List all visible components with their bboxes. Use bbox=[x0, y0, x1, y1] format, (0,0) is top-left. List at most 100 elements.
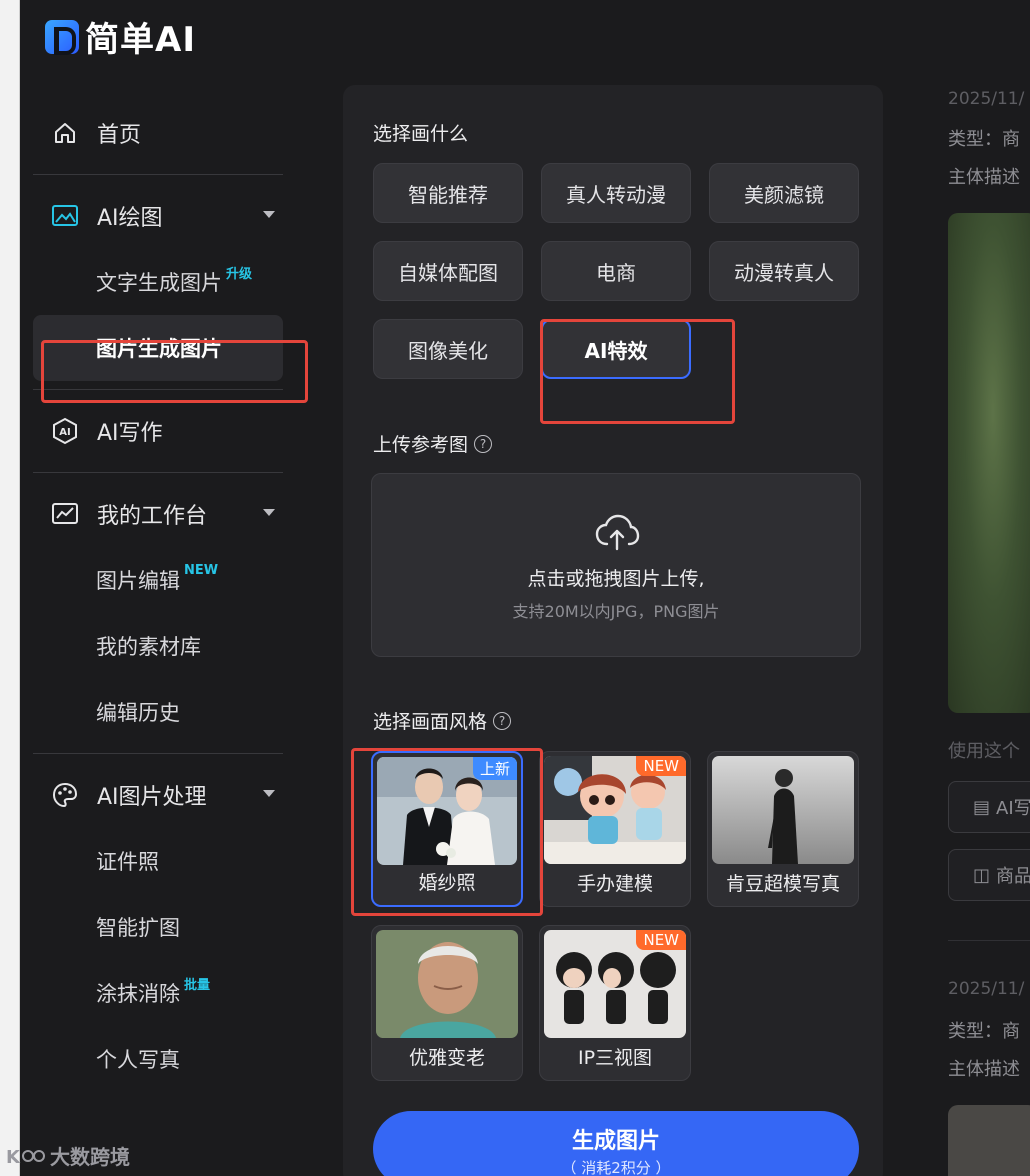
sidebar-item-portrait[interactable]: 个人写真 bbox=[33, 1026, 283, 1092]
sidebar-item-label: 证件照 bbox=[96, 850, 159, 874]
aging-thumbnail bbox=[376, 930, 518, 1038]
style-card-figurine[interactable]: NEW 手办建模 bbox=[539, 751, 691, 907]
sidebar-item-label: AI绘图 bbox=[97, 206, 163, 231]
divider bbox=[33, 174, 283, 175]
product-button[interactable]: ◫ 商品 bbox=[948, 849, 1030, 901]
watermark-logo-icon: K bbox=[6, 1147, 45, 1168]
sidebar-item-label: 图片编辑 bbox=[96, 569, 180, 593]
upload-hint: 支持20M以内JPG，PNG图片 bbox=[512, 602, 720, 621]
generation-panel: 选择画什么 智能推荐 真人转动漫 美颜滤镜 自媒体配图 电商 动漫转真人 图像美… bbox=[343, 85, 883, 1176]
divider bbox=[33, 472, 283, 473]
option-beauty-filter[interactable]: 美颜滤镜 bbox=[709, 163, 859, 223]
option-ai-effects[interactable]: AI特效 bbox=[541, 319, 691, 379]
sidebar-item-label: 我的工作台 bbox=[97, 504, 208, 529]
divider bbox=[33, 753, 283, 754]
palette-icon bbox=[51, 781, 79, 809]
new-badge: NEW bbox=[184, 562, 219, 578]
sidebar-item-label: 文字生成图片 bbox=[96, 271, 222, 295]
home-icon bbox=[51, 119, 79, 147]
watermark-text: 大数跨境 bbox=[50, 1145, 130, 1169]
watermark: K 大数跨境 bbox=[6, 1141, 130, 1170]
sidebar-item-label: 个人写真 bbox=[96, 1048, 180, 1072]
section-title-text: 选择画面风格 bbox=[373, 711, 488, 733]
sidebar-item-label: AI图片处理 bbox=[97, 785, 207, 810]
help-icon[interactable]: ? bbox=[474, 434, 493, 453]
history-column: 2025/11/ 类型：商 主体描述 使用这个 ▤ AI写 ◫ 商品 2025/… bbox=[948, 85, 1030, 1176]
sidebar: 首页 AI绘图 文字生成图片 升级 图片生成图片 AI AI写作 我的工作台 图… bbox=[33, 100, 283, 1092]
option-anime-to-real[interactable]: 动漫转真人 bbox=[709, 241, 859, 301]
style-label: IP三视图 bbox=[577, 1047, 653, 1069]
generate-button-label: 生成图片 bbox=[571, 1129, 660, 1154]
batch-badge: 批量 bbox=[184, 977, 211, 993]
section-title-style: 选择画面风格 ? bbox=[373, 707, 512, 734]
section-title-text: 选择画什么 bbox=[373, 123, 469, 145]
style-card-aging[interactable]: 优雅变老 bbox=[371, 925, 523, 1081]
section-title-upload: 上传参考图 ? bbox=[373, 430, 493, 457]
sidebar-item-label: AI写作 bbox=[97, 421, 163, 446]
history-type: 类型：商 bbox=[948, 1021, 1020, 1042]
sidebar-item-id-photo[interactable]: 证件照 bbox=[33, 828, 283, 894]
chevron-down-icon[interactable] bbox=[263, 211, 275, 218]
sidebar-item-ai-image-process[interactable]: AI图片处理 bbox=[33, 762, 283, 828]
section-title-choose: 选择画什么 bbox=[373, 119, 468, 146]
style-label: 婚纱照 bbox=[418, 872, 476, 894]
window-edge bbox=[0, 0, 20, 1176]
bag-icon: ◫ bbox=[973, 864, 991, 886]
sidebar-item-workbench[interactable]: 我的工作台 bbox=[33, 481, 283, 547]
style-card-ip-three-view[interactable]: NEW IP三视图 bbox=[539, 925, 691, 1081]
sidebar-item-erase[interactable]: 涂抹消除 批量 bbox=[33, 960, 283, 1026]
sidebar-item-ai-write[interactable]: AI AI写作 bbox=[33, 398, 283, 464]
divider bbox=[948, 940, 1030, 941]
sidebar-item-home[interactable]: 首页 bbox=[33, 100, 283, 166]
sidebar-item-image-edit[interactable]: 图片编辑 NEW bbox=[33, 547, 283, 613]
sidebar-item-smart-expand[interactable]: 智能扩图 bbox=[33, 894, 283, 960]
history-desc: 主体描述 bbox=[948, 1059, 1020, 1080]
ai-write-button[interactable]: ▤ AI写 bbox=[948, 781, 1030, 833]
sidebar-item-text-to-image[interactable]: 文字生成图片 升级 bbox=[33, 249, 283, 315]
style-card-wedding[interactable]: 上新 婚纱照 bbox=[371, 751, 523, 907]
logo[interactable]: 简单AI bbox=[45, 12, 196, 61]
history-type: 类型：商 bbox=[948, 129, 1020, 150]
generate-cost: （ 消耗2积分 ） bbox=[561, 1159, 671, 1176]
history-image[interactable] bbox=[948, 213, 1030, 713]
new-badge: NEW bbox=[636, 930, 686, 950]
new-badge: NEW bbox=[636, 756, 686, 776]
help-icon[interactable]: ? bbox=[493, 711, 512, 730]
svg-text:AI: AI bbox=[59, 427, 70, 438]
upgrade-badge: 升级 bbox=[226, 266, 253, 282]
doc-icon: ▤ bbox=[973, 796, 991, 818]
history-image[interactable] bbox=[948, 1105, 1030, 1176]
style-card-supermodel[interactable]: 肯豆超模写真 bbox=[707, 751, 859, 907]
option-ecommerce[interactable]: 电商 bbox=[541, 241, 691, 301]
sidebar-item-label: 图片生成图片 bbox=[96, 337, 222, 361]
app-window: 简单AI 首页 AI绘图 文字生成图片 升级 图片生成图片 AI AI写作 我的… bbox=[21, 0, 1030, 1176]
option-image-beautify[interactable]: 图像美化 bbox=[373, 319, 523, 379]
sidebar-item-image-to-image[interactable]: 图片生成图片 bbox=[33, 315, 283, 381]
button-label: 商品 bbox=[996, 866, 1030, 887]
option-media-image[interactable]: 自媒体配图 bbox=[373, 241, 523, 301]
upload-dropzone[interactable]: 点击或拖拽图片上传, 支持20M以内JPG，PNG图片 bbox=[371, 473, 861, 657]
svg-text:K: K bbox=[6, 1147, 21, 1168]
sidebar-item-edit-history[interactable]: 编辑历史 bbox=[33, 679, 283, 745]
chevron-down-icon[interactable] bbox=[263, 509, 275, 516]
option-smart-recommend[interactable]: 智能推荐 bbox=[373, 163, 523, 223]
use-this-link[interactable]: 使用这个 bbox=[948, 737, 1020, 763]
divider bbox=[33, 389, 283, 390]
ai-hexagon-icon: AI bbox=[51, 417, 79, 445]
image-icon bbox=[51, 202, 79, 230]
sidebar-item-material-lib[interactable]: 我的素材库 bbox=[33, 613, 283, 679]
supermodel-thumbnail bbox=[712, 756, 854, 864]
fresh-badge: 上新 bbox=[472, 757, 517, 780]
generate-button[interactable]: 生成图片 （ 消耗2积分 ） bbox=[373, 1111, 859, 1176]
style-label: 手办建模 bbox=[576, 873, 653, 895]
option-real-to-anime[interactable]: 真人转动漫 bbox=[541, 163, 691, 223]
logo-text: 简单AI bbox=[85, 20, 196, 60]
sidebar-item-ai-draw[interactable]: AI绘图 bbox=[33, 183, 283, 249]
button-label: AI写 bbox=[996, 798, 1030, 819]
history-desc: 主体描述 bbox=[948, 167, 1020, 188]
sidebar-item-label: 涂抹消除 bbox=[96, 982, 180, 1006]
sidebar-item-label: 编辑历史 bbox=[96, 701, 180, 725]
history-date: 2025/11/ bbox=[948, 979, 1025, 999]
chevron-down-icon[interactable] bbox=[263, 790, 275, 797]
logo-mark bbox=[45, 19, 79, 55]
